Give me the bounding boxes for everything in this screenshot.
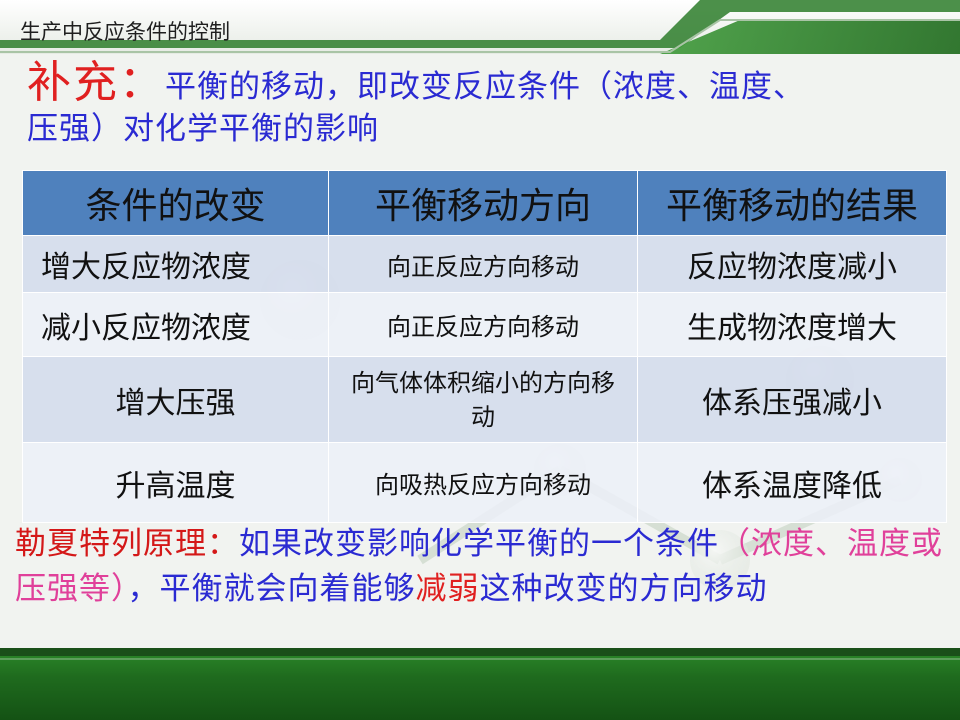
cell-condition: 增大压强	[22, 356, 329, 443]
footer-highlight	[0, 658, 960, 660]
header-condition-change: 条件的改变	[22, 170, 329, 236]
cell-condition: 减小反应物浓度	[22, 292, 329, 357]
cell-result: 反应物浓度减小	[637, 235, 947, 293]
cell-result: 体系温度降低	[637, 442, 947, 523]
cell-direction: 向正反应方向移动	[328, 235, 638, 293]
cell-condition: 增大反应物浓度	[22, 235, 329, 293]
header-shift-direction: 平衡移动方向	[328, 170, 638, 236]
principle-part1: 如果改变影响化学平衡的一个条件	[239, 526, 719, 562]
cell-condition: 升高温度	[22, 442, 329, 523]
cell-direction: 向气体体积缩小的方向移动	[328, 356, 638, 443]
table-row: 增大反应物浓度 向正反应方向移动 反应物浓度减小	[22, 235, 947, 293]
intro-line2: 压强）对化学平衡的影响	[27, 111, 379, 147]
intro-paragraph: 补充：平衡的移动，即改变反应条件（浓度、温度、 压强）对化学平衡的影响	[27, 61, 952, 150]
table-row: 增大压强 向气体体积缩小的方向移动 体系压强减小	[22, 356, 947, 443]
le-chatelier-principle: 勒夏特列原理：如果改变影响化学平衡的一个条件（浓度、温度或压强等），平衡就会向着…	[15, 522, 945, 612]
intro-lead: 补充：	[27, 57, 165, 108]
equilibrium-shift-table: 条件的改变 平衡移动方向 平衡移动的结果 增大反应物浓度 向正反应方向移动 反应…	[22, 170, 947, 523]
cell-direction: 向吸热反应方向移动	[328, 442, 638, 523]
principle-title: 勒夏特列原理：	[15, 526, 239, 562]
header-shift-result: 平衡移动的结果	[637, 170, 947, 236]
footer-stripe	[0, 648, 960, 656]
intro-line1: 平衡的移动，即改变反应条件（浓度、温度、	[165, 69, 805, 105]
principle-part3: 这种改变的方向移动	[479, 571, 768, 607]
principle-emphasis: 减弱	[415, 571, 480, 607]
slide-header-title: 生产中反应条件的控制	[20, 20, 230, 44]
cell-result: 体系压强减小	[637, 356, 947, 443]
cell-result: 生成物浓度增大	[637, 292, 947, 357]
table-row: 减小反应物浓度 向正反应方向移动 生成物浓度增大	[22, 292, 947, 357]
cell-direction: 向正反应方向移动	[328, 292, 638, 357]
table-header-row: 条件的改变 平衡移动方向 平衡移动的结果	[22, 170, 947, 236]
table-row: 升高温度 向吸热反应方向移动 体系温度降低	[22, 442, 947, 523]
footer-green-band	[0, 648, 960, 720]
principle-part2: ，平衡就会向着能够	[127, 571, 416, 607]
